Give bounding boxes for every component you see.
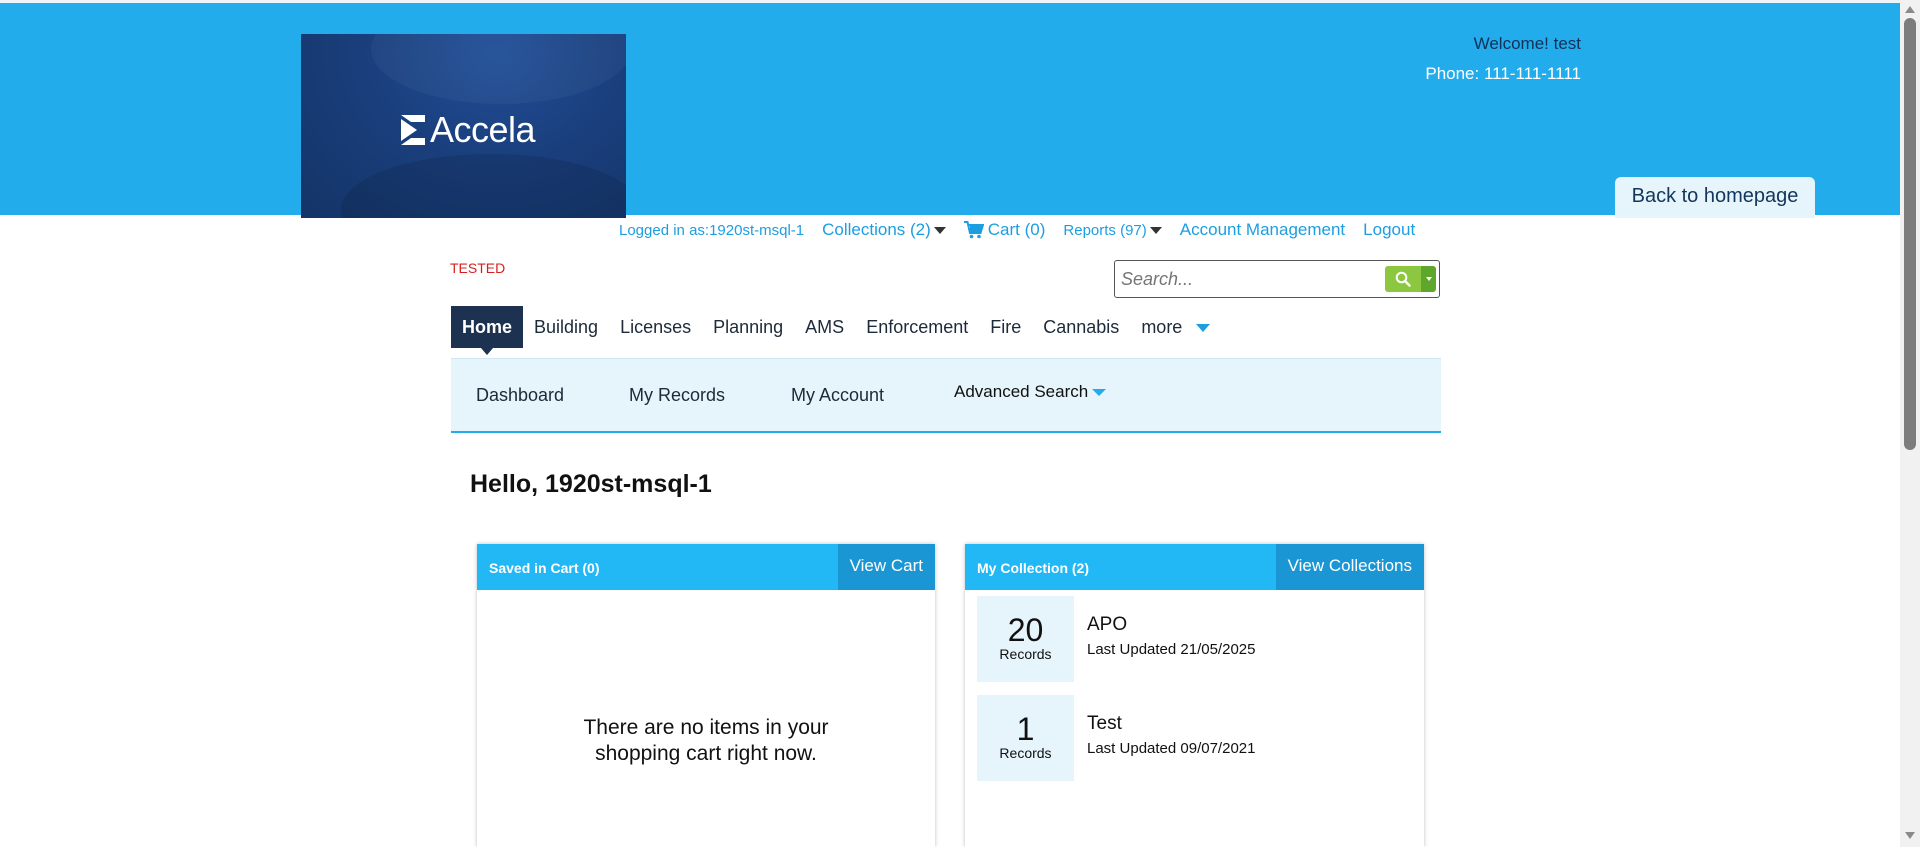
subnav-my-account[interactable]: My Account — [791, 385, 884, 406]
logout-link[interactable]: Logout — [1363, 220, 1415, 240]
subnav-dashboard[interactable]: Dashboard — [476, 385, 564, 406]
empty-cart-line: There are no items in your — [583, 716, 829, 739]
nav-item-planning[interactable]: Planning — [702, 306, 794, 348]
collection-updated: Last Updated 21/05/2025 — [1087, 641, 1256, 658]
chevron-down-icon — [933, 227, 946, 235]
collections-link[interactable]: Collections (2) — [822, 220, 946, 240]
nav-item-licenses[interactable]: Licenses — [609, 306, 702, 348]
cart-panel-title: Saved in Cart (0) — [489, 560, 600, 576]
search-icon — [1395, 271, 1411, 287]
view-cart-button[interactable]: View Cart — [837, 544, 935, 590]
account-links: Logged in as:1920st-msql-1 Collections (… — [619, 220, 1415, 240]
record-count-label: Records — [999, 745, 1052, 761]
more-label: more — [1141, 317, 1183, 337]
collection-updated: Last Updated 09/07/2021 — [1087, 740, 1256, 757]
nav-item-ams[interactable]: AMS — [794, 306, 855, 348]
accela-logo[interactable]: Accela — [301, 34, 626, 218]
nav-item-cannabis[interactable]: Cannabis — [1032, 306, 1130, 348]
accela-mark-icon — [401, 115, 425, 145]
back-to-homepage-button[interactable]: Back to homepage — [1615, 177, 1815, 218]
header-banner: Accela Welcome! test Phone: 111-111-1111… — [0, 0, 1900, 218]
chevron-down-icon — [1149, 227, 1162, 235]
phone-text: Phone: 111-111-1111 — [1425, 64, 1581, 83]
reports-link[interactable]: Reports (97) — [1063, 221, 1162, 239]
logo-swoosh — [341, 154, 626, 218]
saved-cart-panel: Saved in Cart (0) View Cart There are no… — [477, 544, 935, 847]
collection-panel-title: My Collection (2) — [977, 560, 1090, 576]
cart-label: Cart (0) — [987, 220, 1046, 239]
record-count: 20 — [1007, 612, 1044, 648]
reports-label: Reports (97) — [1063, 221, 1147, 239]
record-count-box: 20 Records — [977, 596, 1074, 682]
logo-mark: Accela — [401, 109, 536, 151]
record-count-box: 1 Records — [977, 695, 1074, 781]
cart-panel-header: Saved in Cart (0) View Cart — [477, 544, 935, 590]
advanced-search-label: Advanced Search — [954, 382, 1089, 401]
logo-swoosh — [371, 34, 626, 104]
my-collection-panel: My Collection (2) View Collections 20 Re… — [965, 544, 1424, 847]
logged-in-label: Logged in as:1920st-msql-1 — [619, 221, 805, 239]
scroll-up-arrow-icon[interactable] — [1905, 6, 1915, 13]
view-collections-button[interactable]: View Collections — [1275, 544, 1424, 590]
nav-item-more[interactable]: more — [1130, 306, 1221, 348]
collection-item[interactable]: 20 Records APO Last Updated 21/05/2025 — [977, 596, 1417, 682]
collections-label: Collections (2) — [822, 220, 931, 239]
nav-item-enforcement[interactable]: Enforcement — [855, 306, 979, 348]
greeting-heading: Hello, 1920st-msql-1 — [470, 470, 712, 498]
record-count-label: Records — [999, 646, 1052, 662]
empty-cart-line: shopping cart right now. — [595, 742, 817, 765]
nav-item-home[interactable]: Home — [451, 306, 524, 355]
logo-text: Accela — [430, 109, 536, 150]
collection-name[interactable]: Test — [1087, 713, 1122, 735]
collection-name[interactable]: APO — [1087, 614, 1127, 636]
welcome-text: Welcome! test — [1473, 34, 1581, 53]
subnav-my-records[interactable]: My Records — [629, 385, 725, 406]
tested-label: TESTED — [450, 260, 506, 276]
record-count: 1 — [1016, 711, 1035, 747]
nav-item-fire[interactable]: Fire — [979, 306, 1032, 348]
cart-link[interactable]: Cart (0) — [963, 220, 1046, 240]
subnav-advanced-search[interactable]: Advanced Search — [954, 382, 1107, 402]
search-input[interactable] — [1121, 267, 1381, 291]
main-navigation: Home Building Licenses Planning AMS Enfo… — [451, 306, 1221, 355]
global-search — [1114, 260, 1440, 298]
nav-item-building[interactable]: Building — [523, 306, 609, 348]
search-button[interactable] — [1385, 266, 1421, 292]
empty-cart-message: There are no items in your shopping cart… — [477, 715, 935, 767]
cart-icon — [963, 221, 984, 239]
account-management-link[interactable]: Account Management — [1180, 220, 1345, 240]
chevron-down-icon — [1196, 324, 1211, 333]
sub-navigation: Dashboard My Records My Account Advanced… — [451, 358, 1441, 433]
vertical-scrollbar[interactable] — [1900, 0, 1920, 847]
scroll-thumb[interactable] — [1904, 18, 1916, 450]
chevron-down-icon — [1092, 389, 1107, 397]
welcome-block: Welcome! test Phone: 111-111-1111 — [1425, 29, 1581, 89]
scroll-down-arrow-icon[interactable] — [1905, 832, 1915, 839]
collection-panel-header: My Collection (2) View Collections — [965, 544, 1424, 590]
search-options-dropdown[interactable] — [1421, 266, 1436, 292]
collection-item[interactable]: 1 Records Test Last Updated 09/07/2021 — [977, 695, 1417, 781]
